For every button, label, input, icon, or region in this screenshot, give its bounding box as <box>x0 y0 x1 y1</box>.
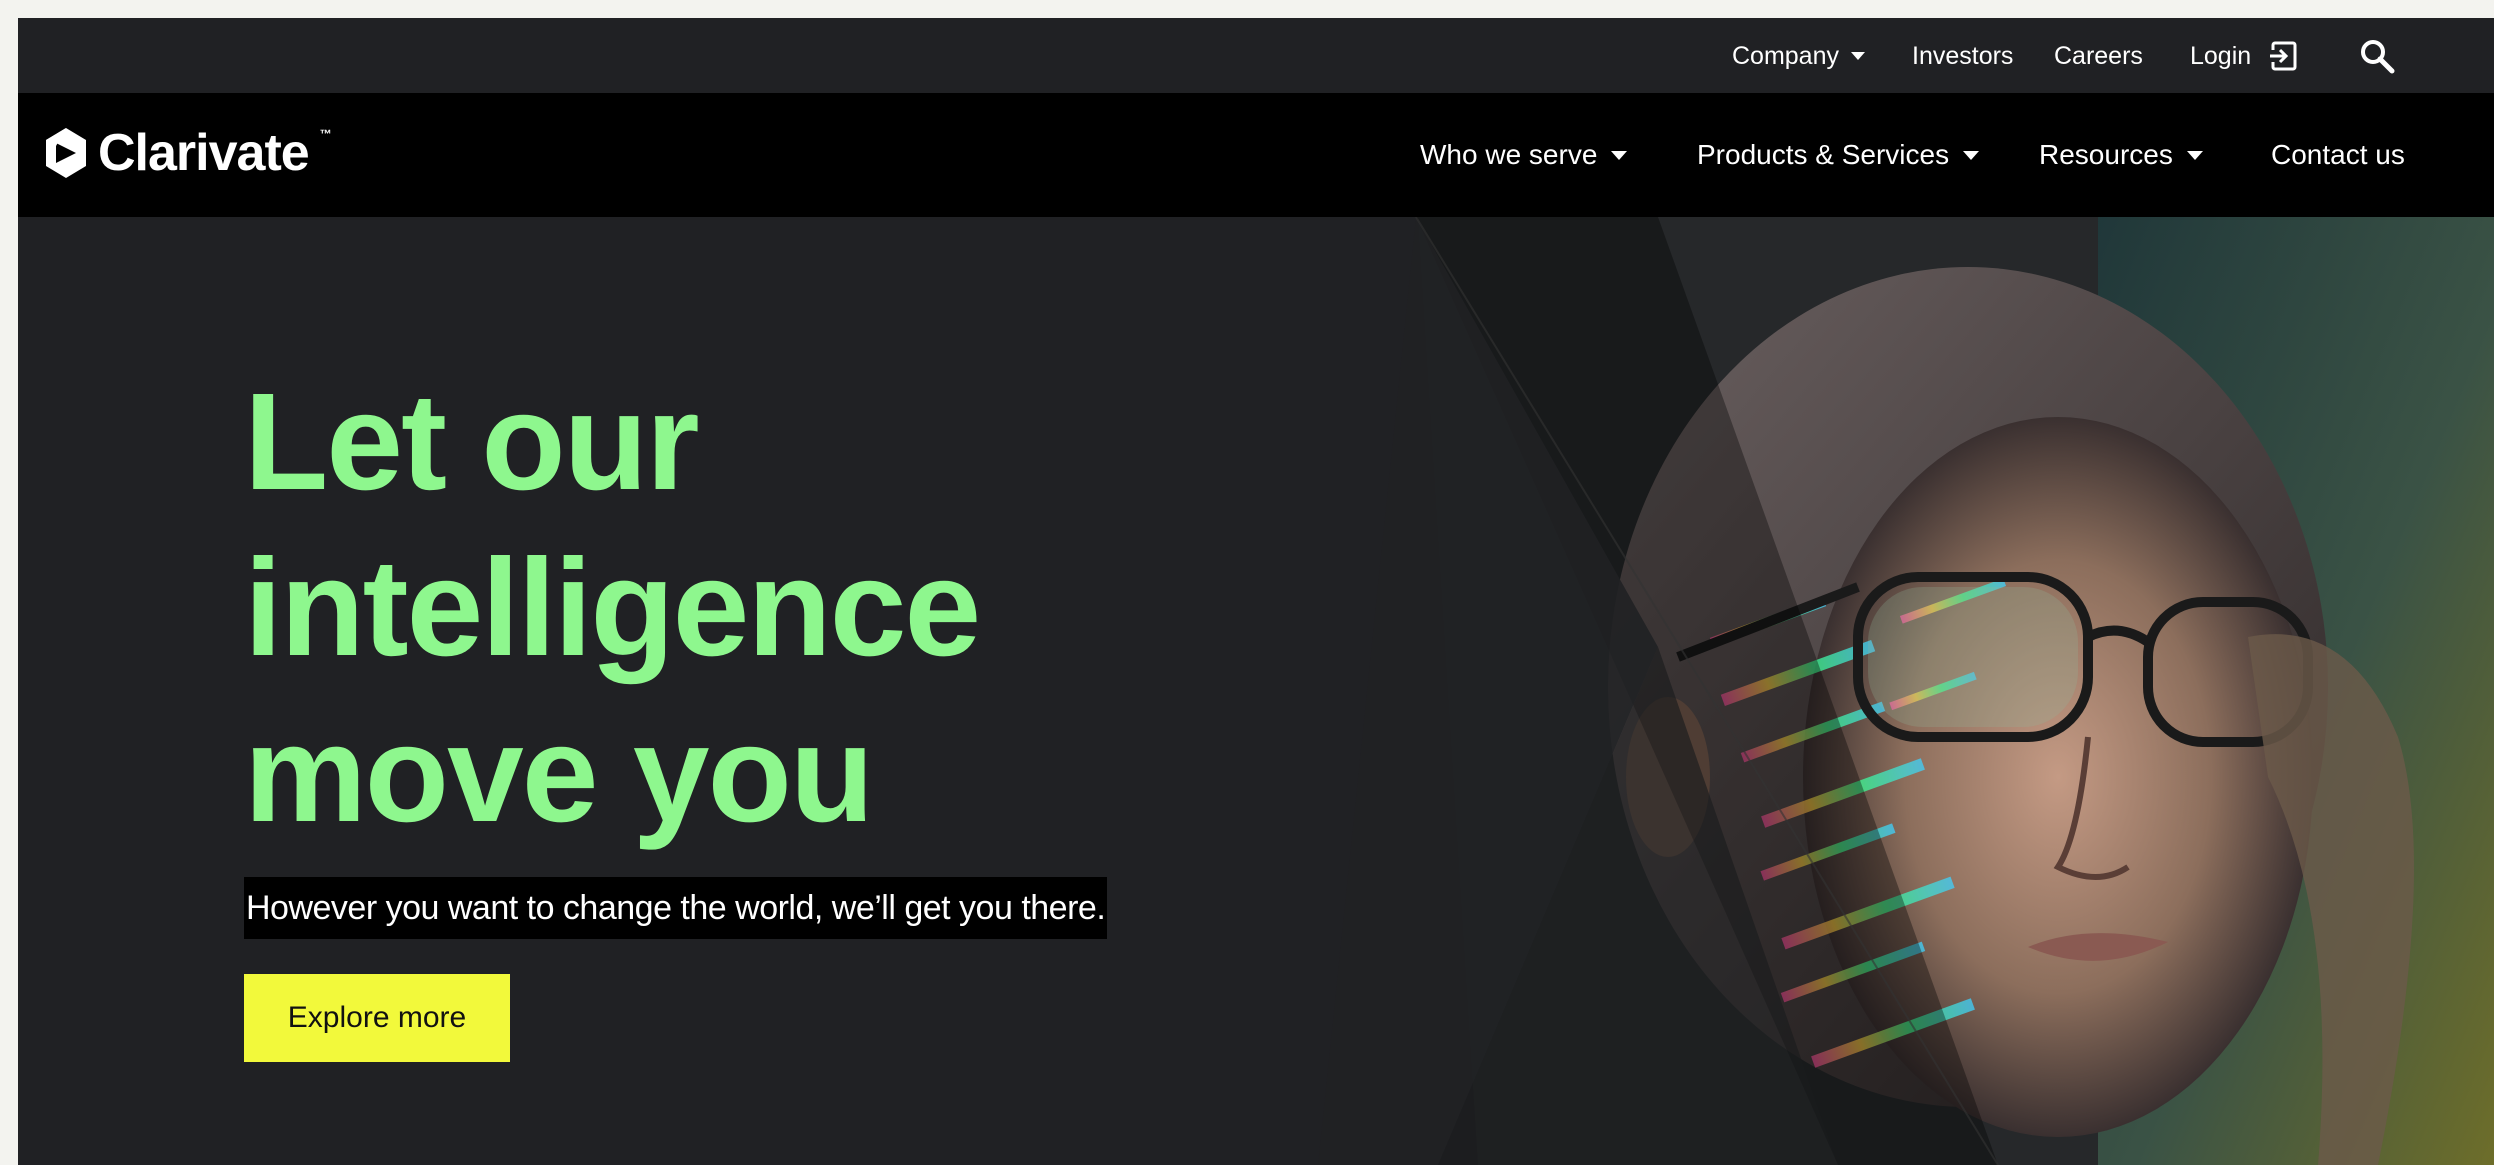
browser-viewport: Company Investors Careers Login Clarivat… <box>18 18 2494 1165</box>
logo-name: Clarivate <box>98 124 310 182</box>
clarivate-logo[interactable]: Clarivate ™ <box>42 123 332 183</box>
hero-headline-line-2: intelligence <box>244 531 981 685</box>
chevron-down-icon <box>2186 150 2203 160</box>
investors-link[interactable]: Investors <box>1912 38 2013 74</box>
hero-section: Let our intelligence move you However yo… <box>18 217 2494 1165</box>
nav-resources[interactable]: Resources <box>2039 135 2203 175</box>
hero-headline: Let our intelligence move you <box>244 359 981 857</box>
company-label: Company <box>1732 42 1839 70</box>
logo-trademark: ™ <box>319 127 332 141</box>
logo-wordmark: Clarivate ™ <box>98 123 332 183</box>
chevron-down-icon <box>1851 52 1865 60</box>
careers-label: Careers <box>2054 42 2143 70</box>
nav-who-we-serve[interactable]: Who we serve <box>1420 135 1628 175</box>
nav-products-services-label: Products & Services <box>1697 139 1950 170</box>
hero-subline: However you want to change the world, we… <box>244 877 1108 939</box>
explore-more-button[interactable]: Explore more <box>244 974 510 1062</box>
nav-products-services[interactable]: Products & Services <box>1697 135 1980 175</box>
company-menu[interactable]: Company <box>1732 38 1865 74</box>
nav-resources-label: Resources <box>2039 139 2173 170</box>
utility-bar: Company Investors Careers Login <box>18 18 2494 93</box>
nav-contact-us-label: Contact us <box>2271 139 2405 170</box>
clarivate-logo-icon <box>46 128 86 178</box>
careers-link[interactable]: Careers <box>2054 38 2143 74</box>
search-icon[interactable] <box>2357 36 2397 76</box>
nav-who-we-serve-label: Who we serve <box>1420 139 1598 170</box>
chevron-down-icon <box>1963 150 1980 160</box>
hero-headline-line-3: move you <box>244 697 874 851</box>
main-navigation: Clarivate ™ Who we serve Products & Serv… <box>18 93 2494 217</box>
login-link[interactable]: Login <box>2190 38 2299 74</box>
hero-headline-line-1: Let our <box>244 365 700 519</box>
login-label: Login <box>2190 42 2252 70</box>
investors-label: Investors <box>1912 42 2014 70</box>
nav-contact-us[interactable]: Contact us <box>2271 135 2405 175</box>
chevron-down-icon <box>1611 150 1628 160</box>
login-icon <box>2269 41 2297 71</box>
